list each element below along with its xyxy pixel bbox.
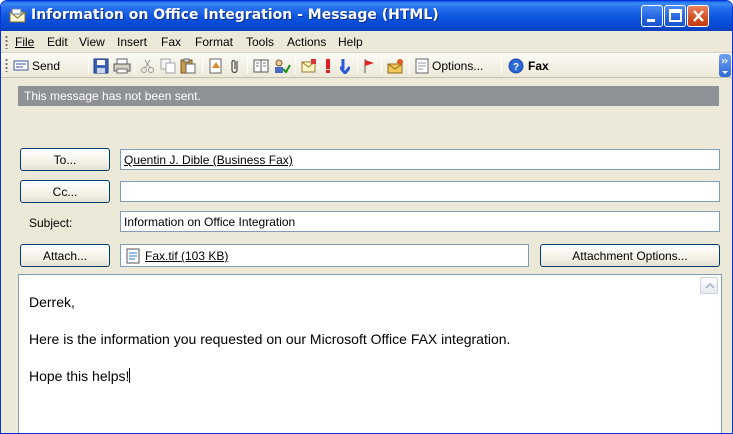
envelope-flag-icon bbox=[301, 58, 316, 72]
envelope-icon bbox=[9, 8, 26, 23]
address-book-icon bbox=[253, 59, 269, 72]
cut-icon bbox=[141, 59, 154, 73]
minimize-icon bbox=[647, 19, 655, 22]
toolbar-separator bbox=[202, 57, 203, 74]
standard-toolbar: Send Options... ? Fax bbox=[1, 53, 732, 78]
copy-button[interactable] bbox=[160, 56, 176, 75]
menu-edit[interactable]: Edit bbox=[47, 35, 68, 49]
attachment-name[interactable]: Fax.tif (103 KB) bbox=[145, 249, 228, 263]
toolbar-separator bbox=[247, 57, 248, 74]
paste-button[interactable] bbox=[180, 56, 196, 75]
svg-text:?: ? bbox=[513, 62, 519, 73]
close-icon bbox=[693, 10, 704, 22]
print-icon bbox=[113, 58, 131, 73]
options-icon bbox=[415, 58, 429, 73]
window-title: Information on Office Integration - Mess… bbox=[31, 7, 439, 23]
follow-up-button[interactable] bbox=[363, 56, 375, 75]
fax-icon: Fax bbox=[528, 58, 549, 73]
info-banner: This message has not been sent. bbox=[18, 86, 719, 106]
cc-button[interactable]: Cc... bbox=[20, 180, 110, 203]
cut-button[interactable] bbox=[140, 56, 156, 75]
toolbar-separator bbox=[501, 57, 502, 74]
paste-icon bbox=[180, 58, 196, 73]
importance-low-button[interactable] bbox=[340, 56, 350, 75]
attachment-options-button[interactable]: Attachment Options... bbox=[540, 244, 720, 267]
to-button[interactable]: To... bbox=[20, 148, 110, 171]
menu-file[interactable]: File bbox=[15, 35, 34, 49]
send-button[interactable]: Send bbox=[13, 56, 60, 75]
menu-fax[interactable]: Fax bbox=[161, 35, 181, 49]
menu-help[interactable]: Help bbox=[338, 35, 363, 49]
attach-button[interactable] bbox=[229, 56, 241, 75]
to-recipient[interactable]: Quentin J. Dible (Business Fax) bbox=[124, 153, 293, 167]
importance-high-button[interactable] bbox=[324, 56, 332, 75]
print-button[interactable] bbox=[113, 56, 131, 75]
close-button[interactable] bbox=[687, 5, 709, 27]
minimize-button[interactable] bbox=[641, 5, 663, 27]
send-label: Send bbox=[32, 58, 61, 73]
menu-format[interactable]: Format bbox=[195, 35, 233, 49]
body-text[interactable]: Derrek, Here is the information you requ… bbox=[29, 291, 689, 402]
toolbar-options-chevron[interactable] bbox=[719, 54, 731, 77]
follow-up-flag-icon bbox=[364, 58, 374, 73]
menu-view[interactable]: View bbox=[79, 35, 105, 49]
scroll-up-button[interactable] bbox=[700, 277, 718, 294]
toolbar-separator bbox=[295, 57, 296, 74]
menubar-grip[interactable] bbox=[5, 35, 8, 49]
permission-button[interactable] bbox=[387, 56, 405, 75]
menu-tools[interactable]: Tools bbox=[246, 35, 274, 49]
tif-file-icon bbox=[126, 248, 140, 264]
insert-file-button[interactable] bbox=[208, 56, 224, 75]
title-bar[interactable]: Information on Office Integration - Mess… bbox=[1, 1, 732, 31]
closing-text: Hope this helps! bbox=[29, 368, 130, 384]
message-body[interactable]: Derrek, Here is the information you requ… bbox=[18, 274, 722, 433]
attachment-field[interactable]: Fax.tif (103 KB) bbox=[120, 244, 529, 267]
message-window: Information on Office Integration - Mess… bbox=[0, 0, 733, 434]
greeting-line: Derrek, bbox=[29, 294, 75, 310]
to-field[interactable]: Quentin J. Dible (Business Fax) bbox=[120, 149, 720, 170]
attach-icon bbox=[231, 59, 238, 73]
help-icon: ? bbox=[508, 58, 524, 73]
maximize-icon bbox=[669, 9, 682, 22]
save-icon bbox=[93, 58, 109, 73]
maximize-button[interactable] bbox=[664, 5, 686, 27]
chevron-up-icon bbox=[705, 282, 715, 289]
subject-label: Subject: bbox=[29, 216, 73, 230]
attach-button[interactable]: Attach... bbox=[20, 244, 110, 267]
help-button[interactable]: ? bbox=[508, 56, 524, 75]
toolbar-separator bbox=[409, 57, 410, 74]
check-names-button[interactable] bbox=[273, 56, 291, 75]
options-label: Options... bbox=[432, 58, 484, 73]
text-caret bbox=[129, 368, 131, 383]
fax-button[interactable]: Fax bbox=[528, 56, 549, 75]
importance-low-icon bbox=[340, 58, 350, 74]
menu-actions[interactable]: Actions bbox=[287, 35, 326, 49]
menu-file-label: File bbox=[15, 35, 35, 49]
toolbar-grip[interactable] bbox=[5, 58, 8, 72]
body-line: Here is the information you requested on… bbox=[29, 331, 511, 347]
menu-insert[interactable]: Insert bbox=[117, 35, 147, 49]
menu-bar: File Edit View Insert Fax Format Tools A… bbox=[1, 31, 732, 53]
closing-line: Hope this helps! bbox=[29, 365, 689, 387]
importance-high-icon bbox=[326, 58, 330, 73]
permission-icon bbox=[387, 58, 403, 73]
toolbar-separator bbox=[357, 57, 358, 74]
toolbar-separator bbox=[134, 57, 135, 74]
copy-icon bbox=[160, 58, 176, 73]
check-names-icon bbox=[275, 59, 291, 74]
chevron-down-icon bbox=[721, 58, 728, 74]
toolbar-separator bbox=[88, 57, 89, 74]
address-book-button[interactable] bbox=[253, 56, 269, 75]
send-icon bbox=[13, 60, 29, 71]
options-button[interactable]: Options... bbox=[415, 56, 483, 75]
importance-button[interactable] bbox=[301, 56, 317, 75]
cc-field[interactable] bbox=[120, 181, 720, 202]
toolbar-separator bbox=[381, 57, 382, 74]
save-button[interactable] bbox=[93, 56, 109, 75]
insert-file-icon bbox=[209, 58, 222, 73]
subject-field[interactable]: Information on Office Integration bbox=[120, 211, 720, 232]
